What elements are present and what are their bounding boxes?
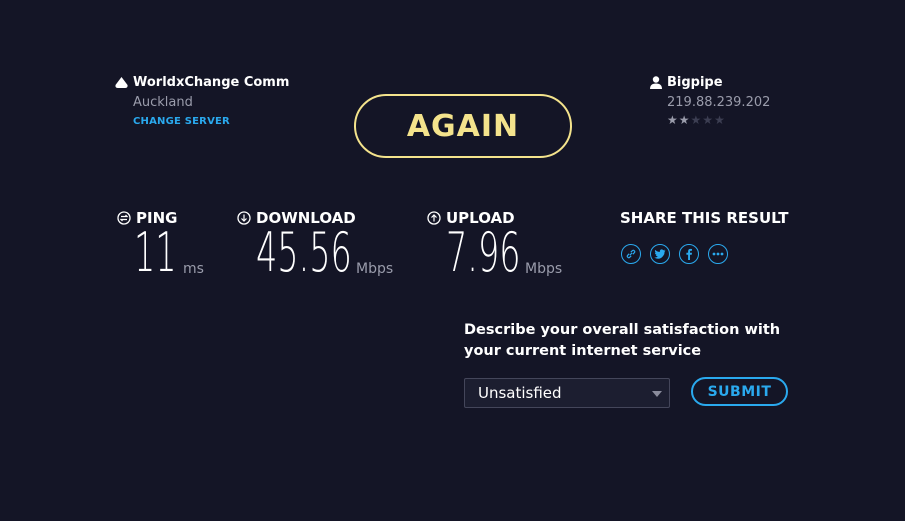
star-icon[interactable]: ★ bbox=[714, 113, 726, 127]
upload-value: 7.96 bbox=[446, 221, 521, 284]
chevron-down-icon bbox=[652, 391, 662, 397]
submit-button[interactable]: SUBMIT bbox=[691, 377, 788, 406]
isp-ip: 219.88.239.202 bbox=[667, 95, 771, 110]
star-icon[interactable]: ★ bbox=[667, 113, 679, 127]
star-icon[interactable]: ★ bbox=[679, 113, 691, 127]
change-server-link[interactable]: CHANGE SERVER bbox=[133, 116, 289, 127]
user-icon bbox=[650, 76, 662, 89]
facebook-icon[interactable] bbox=[679, 244, 699, 264]
link-icon[interactable] bbox=[621, 244, 641, 264]
ping-value: 11 bbox=[134, 221, 177, 284]
twitter-icon[interactable] bbox=[650, 244, 670, 264]
server-location: Auckland bbox=[133, 95, 193, 110]
ping-icon bbox=[117, 211, 131, 225]
share-title: SHARE THIS RESULT bbox=[620, 209, 789, 227]
isp-rating[interactable]: ★★★★★ bbox=[667, 113, 770, 127]
more-icon[interactable] bbox=[708, 244, 728, 264]
upload-unit: Mbps bbox=[525, 261, 563, 277]
isp-name-row: Bigpipe bbox=[650, 75, 770, 90]
isp-name: Bigpipe bbox=[667, 75, 723, 90]
satisfaction-select[interactable]: Unsatisfied bbox=[464, 378, 670, 408]
star-icon[interactable]: ★ bbox=[702, 113, 714, 127]
download-icon bbox=[237, 211, 251, 225]
server-info: WorldxChange Comm Auckland CHANGE SERVER bbox=[115, 75, 289, 127]
satisfaction-selected-value: Unsatisfied bbox=[478, 384, 562, 402]
survey-question: Describe your overall satisfaction with … bbox=[464, 322, 781, 359]
server-name-row: WorldxChange Comm bbox=[115, 75, 289, 90]
download-value: 45.56 bbox=[256, 221, 352, 284]
server-name: WorldxChange Comm bbox=[133, 75, 290, 90]
ping-unit: ms bbox=[183, 261, 204, 277]
star-icon[interactable]: ★ bbox=[691, 113, 703, 127]
upload-icon bbox=[427, 211, 441, 225]
download-unit: Mbps bbox=[356, 261, 394, 277]
isp-info: Bigpipe 219.88.239.202 ★★★★★ bbox=[650, 75, 770, 127]
again-button[interactable]: AGAIN bbox=[354, 94, 572, 158]
server-icon bbox=[115, 76, 128, 88]
